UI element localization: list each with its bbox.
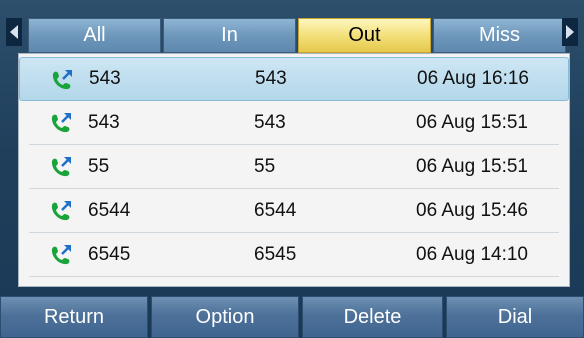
tab-strip: All In Out Miss: [28, 18, 566, 53]
row-divider: [29, 276, 559, 277]
outgoing-call-icon: [51, 157, 71, 177]
call-list: 543 543 06 Aug 16:16 543 543 06 Aug 15:5…: [18, 53, 570, 287]
tab-all[interactable]: All: [28, 18, 161, 53]
tab-scroll-left-icon[interactable]: [6, 18, 22, 46]
softkey-bar: Return Option Delete Dial: [0, 296, 584, 338]
call-name: 55: [88, 156, 110, 177]
call-log-tabbar: All In Out Miss: [0, 0, 584, 53]
return-button[interactable]: Return: [0, 296, 148, 338]
call-name: 543: [88, 112, 120, 133]
call-time: 06 Aug 15:46: [416, 200, 528, 221]
outgoing-call-icon: [51, 245, 71, 265]
call-time: 06 Aug 15:51: [416, 112, 528, 133]
outgoing-call-icon: [51, 201, 71, 221]
call-time: 06 Aug 16:16: [417, 68, 529, 89]
outgoing-call-icon: [52, 70, 72, 90]
tab-scroll-right-icon[interactable]: [562, 18, 578, 46]
call-number: 55: [254, 156, 276, 177]
call-number: 543: [254, 112, 286, 133]
outgoing-call-icon: [51, 113, 71, 133]
tab-out[interactable]: Out: [298, 18, 431, 53]
list-item[interactable]: 543 543 06 Aug 16:16: [19, 57, 569, 101]
dial-button[interactable]: Dial: [446, 296, 584, 338]
list-item[interactable]: 543 543 06 Aug 15:51: [19, 101, 569, 145]
call-number: 6544: [254, 200, 297, 221]
call-time: 06 Aug 14:10: [416, 244, 528, 265]
call-name: 6544: [88, 200, 131, 221]
option-button[interactable]: Option: [151, 296, 299, 338]
delete-button[interactable]: Delete: [302, 296, 443, 338]
tab-in[interactable]: In: [163, 18, 296, 53]
call-number: 543: [255, 68, 287, 89]
list-item[interactable]: 6545 6545 06 Aug 14:10: [19, 233, 569, 277]
call-name: 543: [89, 68, 121, 89]
list-item[interactable]: 6544 6544 06 Aug 15:46: [19, 189, 569, 233]
call-number: 6545: [254, 244, 297, 265]
tab-miss[interactable]: Miss: [433, 18, 566, 53]
call-time: 06 Aug 15:51: [416, 156, 528, 177]
list-item[interactable]: 55 55 06 Aug 15:51: [19, 145, 569, 189]
call-name: 6545: [88, 244, 131, 265]
